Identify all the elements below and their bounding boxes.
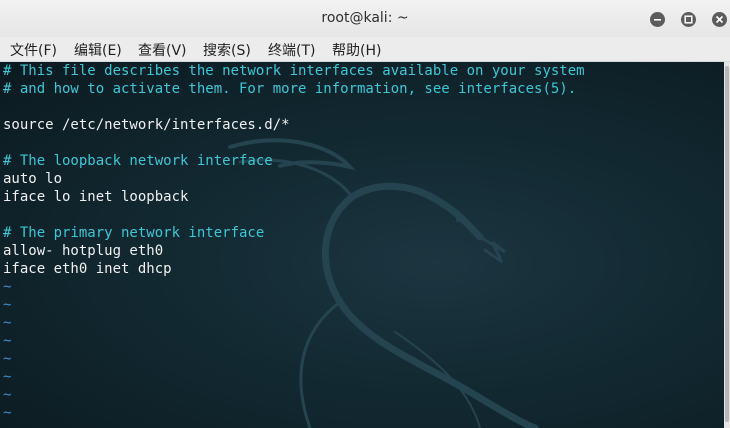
- scrollbar-thumb[interactable]: [725, 66, 729, 422]
- title-bar[interactable]: root@kali: ~: [0, 0, 730, 38]
- minimize-icon: [654, 19, 661, 21]
- maximize-icon: [684, 15, 693, 24]
- window-title: root@kali: ~: [321, 10, 409, 26]
- code-line: allow- hotplug eth0: [3, 243, 164, 259]
- code-line: auto lo: [3, 171, 63, 187]
- empty-line-marker: ~: [3, 369, 12, 385]
- menu-terminal[interactable]: 终端(T): [268, 40, 315, 60]
- code-line: iface lo inet loopback: [3, 189, 189, 205]
- menu-bar: 文件(F) 编辑(E) 查看(V) 搜索(S) 终端(T) 帮助(H): [0, 37, 730, 62]
- close-button[interactable]: [712, 12, 727, 27]
- menu-search[interactable]: 搜索(S): [203, 40, 251, 60]
- vertical-scrollbar[interactable]: [724, 62, 730, 428]
- empty-line-marker: ~: [3, 387, 12, 403]
- terminal-content[interactable]: # This file describes the network interf…: [0, 62, 724, 428]
- terminal-window: root@kali: ~ 文件(F) 编辑(E) 查看(V) 搜索(S) 终端(…: [0, 0, 730, 428]
- code-line-comment: # This file describes the network interf…: [3, 63, 585, 79]
- code-line-comment: # The primary network interface: [3, 225, 265, 241]
- empty-line-marker: ~: [3, 315, 12, 331]
- code-line-comment: # and how to activate them. For more inf…: [3, 81, 577, 97]
- empty-line-marker: ~: [3, 333, 12, 349]
- menu-file[interactable]: 文件(F): [10, 40, 57, 60]
- menu-edit[interactable]: 编辑(E): [74, 40, 122, 60]
- menu-help[interactable]: 帮助(H): [332, 40, 381, 60]
- empty-line-marker: ~: [3, 351, 12, 367]
- empty-line-marker: ~: [3, 405, 12, 421]
- empty-line-marker: ~: [3, 279, 12, 295]
- code-line: source /etc/network/interfaces.d/*: [3, 117, 290, 133]
- close-icon: [715, 15, 724, 24]
- menu-view[interactable]: 查看(V): [138, 40, 187, 60]
- empty-line-marker: ~: [3, 297, 12, 313]
- maximize-button[interactable]: [681, 12, 696, 27]
- minimize-button[interactable]: [650, 12, 665, 27]
- code-line-comment: # The loopback network interface: [3, 153, 273, 169]
- code-line: iface eth0 inet dhcp: [3, 261, 172, 277]
